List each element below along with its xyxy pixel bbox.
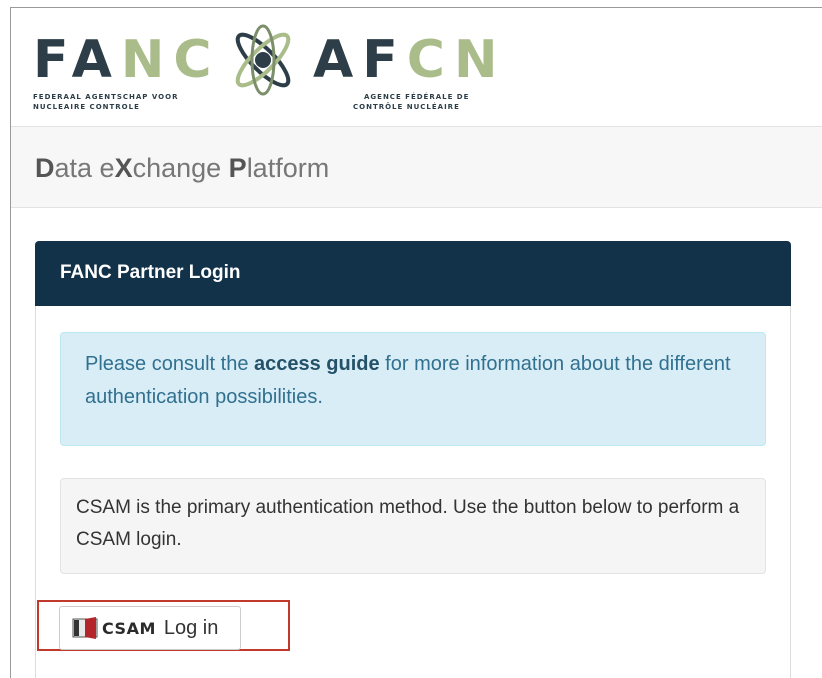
logo-subtitle-nl-2: NUCLEAIRE CONTROLE — [33, 103, 140, 111]
csam-login-button[interactable]: CSAM Log in — [59, 606, 241, 650]
info-alert: Please consult the access guide for more… — [60, 332, 766, 446]
logo: FANC AFCN FEDERAAL AGENTSCHAP VOOR NUCLE… — [11, 8, 822, 126]
logo-subtitle-nl-1: FEDERAAL AGENTSCHAP VOOR — [33, 93, 179, 101]
title-part-3: latform — [246, 153, 330, 183]
login-label: Log in — [163, 616, 219, 639]
logo-letter: F — [33, 30, 72, 90]
title-part-1: ata e — [54, 153, 115, 183]
atom-icon — [235, 24, 291, 96]
title-letter-p: P — [228, 153, 247, 183]
browser-frame: FANC AFCN FEDERAAL AGENTSCHAP VOOR NUCLE… — [10, 7, 822, 678]
title-letter-x: X — [114, 153, 133, 183]
logo-letter: F — [362, 30, 407, 90]
logo-afcn: AFCN — [313, 30, 506, 90]
logo-afcn-text: AFCN — [313, 30, 506, 90]
logo-letter: A — [71, 30, 121, 90]
logo-letter: C — [173, 30, 221, 90]
logo-letter: N — [453, 30, 507, 90]
logo-letter: A — [313, 30, 363, 90]
platform-title: Data eXchange Platform — [35, 151, 329, 185]
logo-letter: N — [120, 30, 174, 90]
title-part-2: change — [132, 153, 229, 183]
logo-letter: C — [406, 30, 454, 90]
logo-fanc-text: FANC — [33, 30, 221, 90]
logo-fanc: FANC — [33, 30, 221, 90]
panel-heading: FANC Partner Login — [35, 241, 791, 306]
logo-subtitle-fr-1: AGENCE FÉDÉRALE DE — [364, 93, 470, 101]
info-text-before: Please consult the — [85, 353, 254, 375]
access-guide-link[interactable]: access guide — [254, 353, 380, 375]
platform-bar: Data eXchange Platform — [11, 126, 822, 208]
csam-brand: CSAM — [102, 618, 156, 638]
logo-subtitle-fr-2: CONTRÔLE NUCLÉAIRE — [353, 103, 460, 111]
method-info-well: CSAM is the primary authentication metho… — [60, 478, 766, 574]
csam-door-icon — [72, 617, 98, 639]
title-letter-d: D — [35, 153, 55, 183]
panel-title: FANC Partner Login — [60, 262, 241, 283]
